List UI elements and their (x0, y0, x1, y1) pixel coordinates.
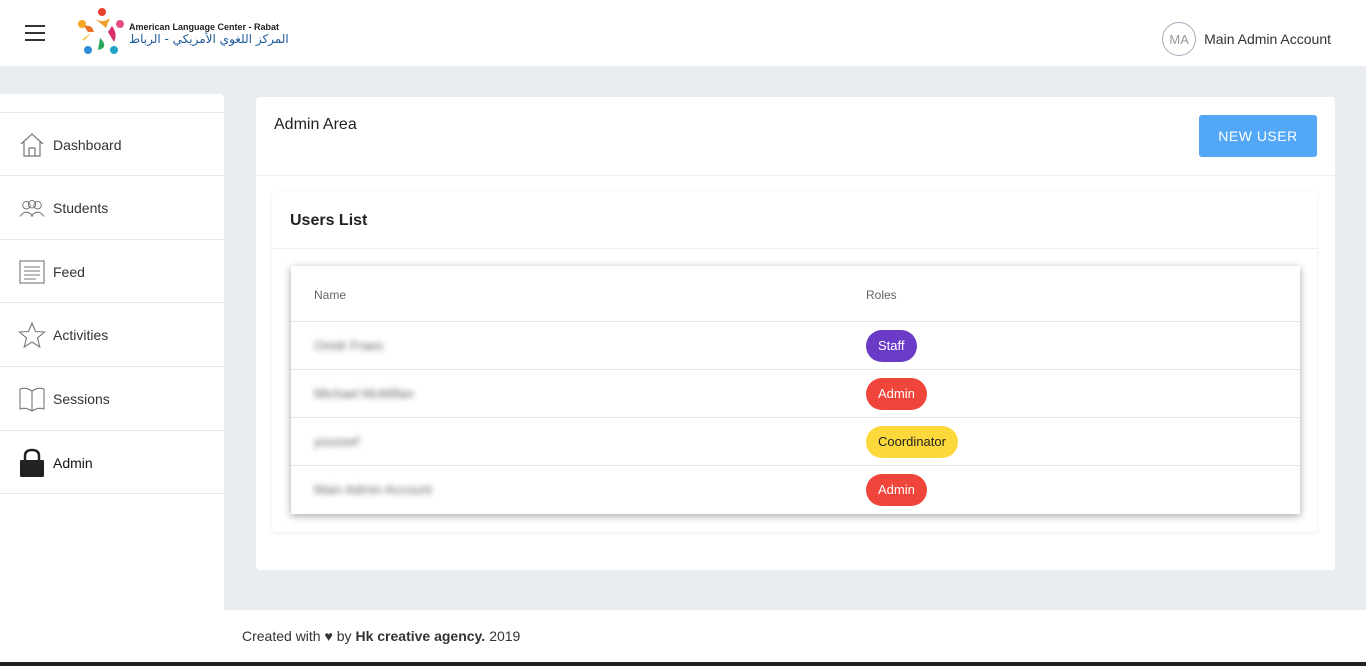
user-name-cell: Main Admin Account (314, 482, 432, 497)
column-header-roles[interactable]: Roles (866, 288, 897, 302)
user-name-cell: Omdr Fraes (314, 338, 384, 353)
logo-text-arabic: المركز اللغوي الأمريكي - الرباط (129, 32, 289, 46)
table-row[interactable]: Michael McMillan Admin (291, 369, 1300, 417)
card-title: Users List (290, 212, 368, 229)
footer: Created with ♥ by Hk creative agency. 2019 (224, 610, 1366, 662)
heart-icon: ♥ (324, 628, 333, 644)
footer-year: 2019 (489, 628, 521, 644)
user-name-cell: youssef (314, 434, 359, 449)
book-icon (18, 385, 46, 413)
sidebar-item-label: Admin (53, 454, 93, 471)
hamburger-menu-icon[interactable] (25, 25, 45, 41)
sidebar-item-label: Activities (53, 326, 109, 343)
home-icon (18, 131, 46, 159)
logo-text-english: American Language Center - Rabat (129, 22, 280, 32)
sidebar-item-dashboard[interactable]: Dashboard (0, 112, 224, 176)
users-icon (18, 194, 46, 222)
panel-divider (256, 175, 1335, 176)
table-row[interactable]: Omdr Fraes Staff (291, 321, 1300, 369)
feed-icon (18, 258, 46, 286)
avatar: MA (1162, 22, 1197, 56)
logo-star-icon (78, 8, 124, 54)
new-user-button[interactable]: NEW USER (1199, 115, 1317, 157)
sidebar-item-label: Sessions (53, 390, 110, 407)
footer-agency-link[interactable]: Hk creative agency. (355, 628, 485, 644)
sidebar-item-students[interactable]: Students (0, 175, 224, 239)
table-row[interactable]: youssef Coordinator (291, 417, 1300, 465)
sidebar-item-label: Dashboard (53, 136, 122, 153)
sidebar-item-admin[interactable]: Admin (0, 430, 224, 494)
sidebar-item-label: Feed (53, 263, 85, 280)
top-bar: American Language Center - Rabat المركز … (0, 0, 1366, 66)
role-badge: Staff (866, 330, 917, 362)
user-name: Main Admin Account (1204, 31, 1331, 47)
user-menu[interactable]: MA Main Admin Account (1162, 22, 1331, 56)
sidebar-item-sessions[interactable]: Sessions (0, 366, 224, 430)
admin-panel: Admin Area NEW USER Users List Name Role… (256, 97, 1335, 570)
bottom-border (0, 662, 1366, 666)
sidebar-item-label: Students (53, 199, 109, 216)
column-header-name[interactable]: Name (314, 288, 346, 302)
sidebar-item-activities[interactable]: Activities (0, 302, 224, 366)
users-table: Name Roles Omdr Fraes Staff Michael McMi… (291, 266, 1300, 514)
role-badge: Admin (866, 378, 927, 410)
user-name-cell: Michael McMillan (314, 386, 414, 401)
footer-by: by (336, 628, 352, 644)
page-title: Admin Area (274, 116, 357, 133)
sidebar: Dashboard Students Feed Activities Sessi… (0, 94, 224, 666)
star-icon (18, 321, 46, 349)
footer-prefix: Created with (242, 628, 321, 644)
users-list-card: Users List Name Roles Omdr Fraes Staff M… (272, 192, 1317, 532)
lock-icon (18, 448, 46, 477)
sidebar-divider (0, 493, 224, 494)
card-divider (272, 248, 1317, 249)
role-badge: Admin (866, 474, 927, 506)
logo[interactable]: American Language Center - Rabat المركز … (74, 4, 289, 56)
table-row[interactable]: Main Admin Account Admin (291, 465, 1300, 513)
sidebar-item-feed[interactable]: Feed (0, 239, 224, 303)
role-badge: Coordinator (866, 426, 958, 458)
